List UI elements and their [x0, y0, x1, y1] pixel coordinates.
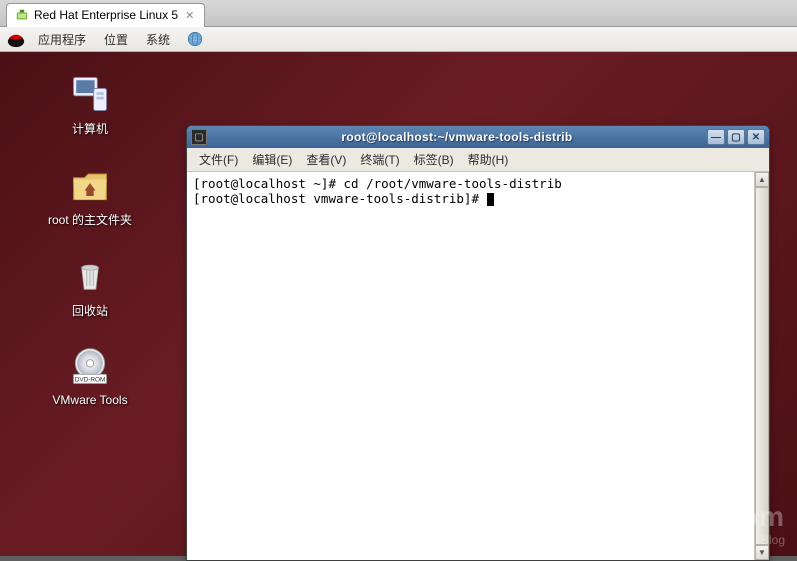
gnome-menubar: 应用程序 位置 系统	[0, 27, 797, 52]
close-icon[interactable]: ✕	[183, 9, 196, 22]
desktop-icon-label: root 的主文件夹	[48, 211, 132, 228]
trash-icon	[68, 254, 112, 298]
close-button[interactable]: ✕	[747, 129, 765, 145]
term-menu-edit[interactable]: 编辑(E)	[246, 149, 298, 170]
menu-system[interactable]: 系统	[140, 28, 176, 51]
desktop-icons-column: 计算机 root 的主文件夹 回	[20, 72, 160, 407]
desktop-icon-dvd[interactable]: DVD-ROM VMware Tools	[52, 345, 127, 407]
svg-text:DVD-ROM: DVD-ROM	[75, 377, 106, 384]
terminal-app-icon: ▢	[191, 129, 207, 145]
desktop: 计算机 root 的主文件夹 回	[0, 52, 797, 556]
scrollbar-track[interactable]	[755, 187, 769, 545]
host-tab-bar: Red Hat Enterprise Linux 5 ✕	[0, 0, 797, 27]
folder-home-icon	[68, 163, 112, 207]
maximize-button[interactable]: ▢	[727, 129, 745, 145]
desktop-icon-label: 回收站	[72, 302, 108, 319]
window-controls: — ▢ ✕	[707, 129, 765, 145]
redhat-icon	[15, 8, 29, 22]
term-menu-file[interactable]: 文件(F)	[193, 149, 244, 170]
term-menu-tabs[interactable]: 标签(B)	[408, 149, 460, 170]
menu-places[interactable]: 位置	[98, 28, 134, 51]
term-menu-help[interactable]: 帮助(H)	[462, 149, 515, 170]
dvd-rom-icon: DVD-ROM	[68, 345, 112, 389]
terminal-prompt: [root@localhost vmware-tools-distrib]#	[193, 191, 487, 206]
terminal-line: [root@localhost ~]# cd /root/vmware-tool…	[193, 176, 562, 191]
watermark-big: 51CTO.com	[621, 501, 785, 533]
terminal-titlebar[interactable]: ▢ root@localhost:~/vmware-tools-distrib …	[187, 126, 769, 148]
scrollbar-thumb[interactable]	[755, 187, 769, 545]
term-menu-view[interactable]: 查看(V)	[300, 149, 352, 170]
terminal-window: ▢ root@localhost:~/vmware-tools-distrib …	[186, 125, 770, 561]
watermark: 51CTO.com 技术博客 Blog	[621, 501, 785, 548]
terminal-title: root@localhost:~/vmware-tools-distrib	[211, 130, 703, 144]
computer-icon	[68, 72, 112, 116]
host-tab[interactable]: Red Hat Enterprise Linux 5 ✕	[6, 3, 205, 27]
menu-applications[interactable]: 应用程序	[32, 28, 92, 51]
term-menu-terminal[interactable]: 终端(T)	[354, 149, 405, 170]
desktop-icon-trash[interactable]: 回收站	[68, 254, 112, 319]
desktop-icon-label: VMware Tools	[52, 393, 127, 407]
terminal-cursor	[487, 193, 494, 206]
desktop-icon-home[interactable]: root 的主文件夹	[48, 163, 132, 228]
host-tab-title: Red Hat Enterprise Linux 5	[34, 8, 178, 22]
browser-icon[interactable]	[186, 30, 204, 48]
watermark-small: 技术博客	[703, 533, 751, 547]
terminal-menubar: 文件(F) 编辑(E) 查看(V) 终端(T) 标签(B) 帮助(H)	[187, 148, 769, 172]
redhat-logo-icon	[6, 29, 26, 49]
desktop-icon-label: 计算机	[72, 120, 108, 137]
watermark-blog: Blog	[761, 533, 785, 547]
desktop-icon-computer[interactable]: 计算机	[68, 72, 112, 137]
scrollbar-up-button[interactable]: ▲	[755, 172, 769, 187]
minimize-button[interactable]: —	[707, 129, 725, 145]
